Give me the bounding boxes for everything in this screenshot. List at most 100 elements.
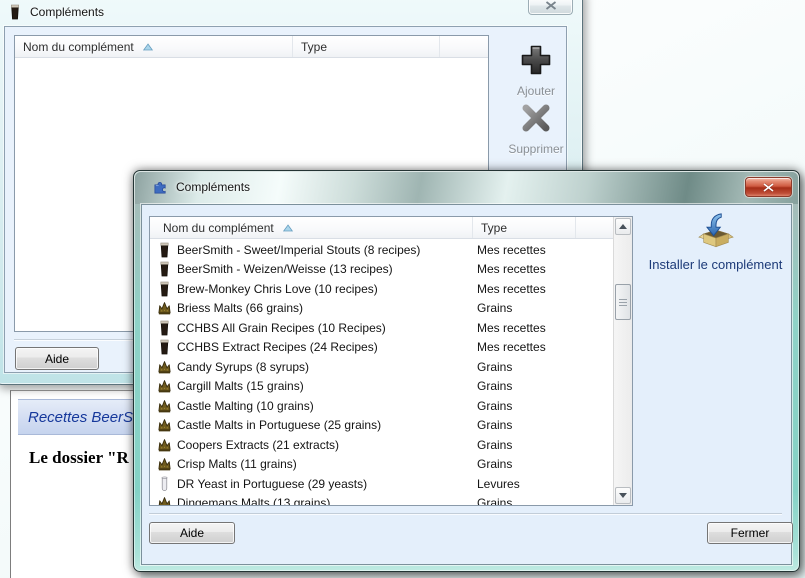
addon-list-rows: BeerSmith - Sweet/Imperial Stouts (8 rec… [150,240,613,505]
puzzle-icon [153,179,168,194]
sort-ascending-icon [283,224,293,232]
list-item[interactable]: Brew-Monkey Chris Love (10 recipes)Mes r… [150,279,613,299]
list-item[interactable]: Briess Malts (66 grains)Grains [150,299,613,319]
addon-name: BeerSmith - Weizen/Weisse (13 recipes) [177,262,477,276]
grain-icon [156,398,172,414]
back-help-button[interactable]: Aide [15,347,99,370]
addon-name: Candy Syrups (8 syrups) [177,360,477,374]
column-header-type[interactable]: Type [293,36,440,57]
install-addon-label: Installer le complément [643,257,788,272]
install-addon-button[interactable]: Installer le complément [643,212,788,272]
grain-icon [156,378,172,394]
back-list-header: Nom du complément Type [15,36,488,58]
addon-type: Grains [477,360,512,374]
grain-icon [156,417,172,433]
close-icon [762,183,775,192]
recipes-header-text: Recettes BeerSm [28,409,141,426]
front-close-button[interactable] [745,177,792,197]
list-item[interactable]: Candy Syrups (8 syrups)Grains [150,357,613,377]
list-item[interactable]: BeerSmith - Sweet/Imperial Stouts (8 rec… [150,240,613,260]
front-window-title: Compléments [176,180,250,194]
addon-type: Mes recettes [477,340,546,354]
column-header-name[interactable]: Nom du complément [15,36,293,57]
addon-name: Dingemans Malts (13 grains) [177,496,477,505]
column-header-name-label: Nom du complément [23,40,134,54]
yeast-icon [156,476,172,492]
column-header-type-label: Type [481,221,507,235]
addon-type: Grains [477,438,512,452]
list-item[interactable]: Dingemans Malts (13 grains)Grains [150,494,613,506]
add-addon-button[interactable]: Ajouter [507,42,565,98]
addon-type: Levures [477,477,520,491]
addon-type: Mes recettes [477,321,546,335]
column-header-type-label: Type [301,40,327,54]
addon-name: CCHBS Extract Recipes (24 Recipes) [177,340,477,354]
fermer-button[interactable]: Fermer [707,522,793,544]
addon-name: Briess Malts (66 grains) [177,301,477,315]
front-window-client: Nom du complément Type BeerSmith - Sweet… [141,204,792,565]
beer-icon [156,261,172,277]
vertical-scrollbar[interactable] [613,217,632,505]
addon-name: Cargill Malts (15 grains) [177,379,477,393]
fermer-label: Fermer [731,526,770,540]
back-help-label: Aide [45,352,69,366]
front-window-title-group: Compléments [153,179,250,194]
back-window-titlebar: Compléments [8,4,104,20]
complements-window-front: Compléments Nom du complément Ty [133,170,800,572]
addon-name: Castle Malting (10 grains) [177,399,477,413]
delete-x-icon [518,100,554,136]
grain-icon [156,300,172,316]
front-help-button[interactable]: Aide [149,522,235,544]
list-item[interactable]: Crisp Malts (11 grains)Grains [150,455,613,475]
grain-icon [156,359,172,375]
arrow-down-icon [619,493,627,498]
document-body-text: Le dossier "R [29,448,129,468]
list-item[interactable]: Castle Malting (10 grains)Grains [150,396,613,416]
addon-name: CCHBS All Grain Recipes (10 Recipes) [177,321,477,335]
scroll-down-button[interactable] [615,487,631,504]
grain-icon [156,456,172,472]
remove-addon-button[interactable]: Supprimer [507,100,565,156]
list-item[interactable]: Castle Malts in Portuguese (25 grains)Gr… [150,416,613,436]
screen: Recettes BeerSm Le dossier "R Complément… [0,0,805,578]
list-item[interactable]: CCHBS All Grain Recipes (10 Recipes)Mes … [150,318,613,338]
plus-icon [518,42,554,78]
addon-name: Coopers Extracts (21 extracts) [177,438,477,452]
column-header-type[interactable]: Type [473,217,576,238]
beer-mug-icon [8,4,22,20]
scroll-up-button[interactable] [615,218,631,235]
column-header-name[interactable]: Nom du complément [150,217,473,238]
scrollbar-grip [619,299,627,306]
list-item[interactable]: BeerSmith - Weizen/Weisse (13 recipes)Me… [150,260,613,280]
back-window-title: Compléments [30,5,104,19]
close-icon [545,1,557,10]
list-item[interactable]: Coopers Extracts (21 extracts)Grains [150,435,613,455]
sort-ascending-icon [143,43,153,51]
addon-type: Mes recettes [477,282,546,296]
scrollbar-thumb[interactable] [615,284,631,320]
column-header-filler [576,217,614,238]
addon-type: Mes recettes [477,262,546,276]
list-item[interactable]: CCHBS Extract Recipes (24 Recipes)Mes re… [150,338,613,358]
addon-type: Grains [477,399,512,413]
beer-icon [156,242,172,258]
add-button-label: Ajouter [507,84,565,98]
beer-icon [156,281,172,297]
grain-icon [156,437,172,453]
column-header-filler [440,36,488,57]
install-box-arrow-icon [697,212,735,250]
addon-name: BeerSmith - Sweet/Imperial Stouts (8 rec… [177,243,477,257]
addon-type: Grains [477,496,512,505]
remove-button-label: Supprimer [507,142,565,156]
addon-name: Castle Malts in Portuguese (25 grains) [177,418,477,432]
addon-type: Mes recettes [477,243,546,257]
addon-name: Crisp Malts (11 grains) [177,457,477,471]
addon-list[interactable]: Nom du complément Type BeerSmith - Sweet… [149,216,633,506]
list-item[interactable]: DR Yeast in Portuguese (29 yeasts)Levure… [150,474,613,494]
recipes-header-band: Recettes BeerSm [18,399,141,435]
list-item[interactable]: Cargill Malts (15 grains)Grains [150,377,613,397]
addon-name: Brew-Monkey Chris Love (10 recipes) [177,282,477,296]
beer-icon [156,320,172,336]
front-list-header: Nom du complément Type [150,217,614,239]
back-close-button[interactable] [528,0,573,15]
